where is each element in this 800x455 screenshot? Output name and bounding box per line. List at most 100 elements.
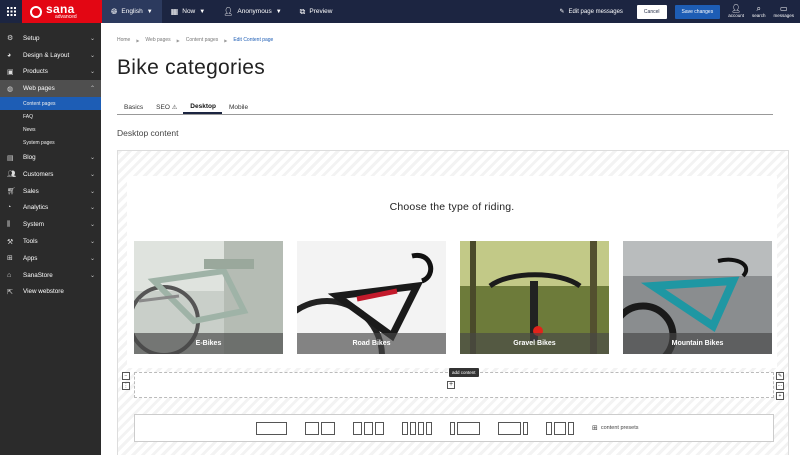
layout-options-row: ⊞ content presets [134,414,774,442]
sidebar-item-design-layout[interactable]: ◕ Design & Layout ⌄ [0,47,101,64]
layout-option-wide-narrow[interactable] [498,421,528,435]
collapse-icon[interactable]: − [122,372,130,380]
category-card-road-bikes[interactable]: Road Bikes [297,241,446,354]
sidebar-item-products[interactable]: ▣ Products ⌄ [0,64,101,81]
sidebar-item-blog[interactable]: ▤ Blog ⌄ [0,149,101,166]
account-label: account [728,12,744,18]
system-icon: ⫼ [7,220,11,228]
sidebar-item-system[interactable]: ⫼ System ⌄ [0,216,101,233]
chevron-down-icon: ⌄ [89,35,95,42]
user-icon: 👤︎ [223,7,234,16]
breadcrumb-current: Edit Content page [233,37,274,43]
sidebar-item-label: System [23,221,44,229]
layout-option-1-column[interactable] [256,421,287,435]
content-block[interactable]: Choose the type of riding. E-Bikes Road … [127,176,777,368]
add-row-icon[interactable]: + [776,392,784,400]
category-card-gravel-bikes[interactable]: Gravel Bikes [460,241,609,354]
layout-option-4-columns[interactable] [402,421,432,435]
columns-icon[interactable]: ⋮ [122,382,130,390]
breadcrumb-web-pages[interactable]: Web pages [145,37,170,43]
tab-mobile[interactable]: Mobile [222,101,254,114]
messages-button[interactable]: ▭ messages [773,3,794,19]
edit-icon[interactable]: ✎ [776,372,784,380]
layout-option-3-columns[interactable] [353,421,384,435]
chevron-down-icon: ⌄ [89,205,95,212]
sidebar-item-label: Blog [23,154,36,162]
breadcrumb-separator-icon: ▶ [176,37,180,43]
messages-icon: ▭ [779,3,788,13]
sidebar-item-label: Sales [23,187,39,195]
sidebar-item-sanastore[interactable]: ⌂ SanaStore ⌄ [0,267,101,284]
preview-button[interactable]: ⧉ Preview [291,0,342,23]
content-heading: Choose the type of riding. [389,201,515,213]
sidebar-item-apps[interactable]: ⊞ Apps ⌄ [0,250,101,267]
sidebar-subitem-system-pages[interactable]: System pages [0,136,101,149]
user-selector[interactable]: 👤︎ Anonymous ▼ [214,0,290,23]
category-caption: Mountain Bikes [623,333,772,354]
tab-bar: Basics SEO ⚠ Desktop Mobile [117,101,773,115]
sidebar-subitem-content-pages[interactable]: Content pages [0,97,101,111]
account-button[interactable]: 👤︎ account [728,4,744,19]
sidebar-item-view-webstore[interactable]: ⇱ View webstore [0,284,101,301]
sidebar: ⚙ Setup ⌄ ◕ Design & Layout ⌄ ▣ Products… [0,23,101,455]
category-card-ebikes[interactable]: E-Bikes [134,241,283,354]
search-button[interactable]: ⌕ search [752,4,766,19]
apps-grid-icon[interactable] [0,0,22,23]
chevron-down-icon: ⌄ [89,188,95,195]
time-selector[interactable]: ▦ Now ▼ [162,0,215,23]
external-icon: ⇱ [7,288,13,296]
tab-label: Basics [124,104,144,111]
add-content-icon[interactable]: + [447,381,455,389]
presets-icon: ⊞ [592,425,598,432]
save-changes-button[interactable]: Save changes [674,4,721,19]
sidebar-item-sales[interactable]: 🛒︎ Sales ⌄ [0,183,101,200]
preview-label: Preview [309,8,333,15]
sidebar-subitem-news[interactable]: News [0,123,101,136]
palette-icon: ◕ [7,51,12,59]
breadcrumb-home[interactable]: Home [117,37,130,43]
sidebar-item-label: View webstore [23,288,64,296]
user-label: Anonymous [237,8,272,15]
layout-option-2-columns[interactable] [305,421,335,435]
category-caption: Gravel Bikes [460,333,609,354]
tab-basics[interactable]: Basics [117,101,149,114]
sidebar-subitem-faq[interactable]: FAQ [0,110,101,123]
layout-option-mixed[interactable] [546,421,574,435]
sidebar-item-web-pages[interactable]: ◍ Web pages ⌃ [0,80,101,98]
breadcrumb-separator-icon: ▶ [224,37,228,43]
tab-desktop[interactable]: Desktop [183,101,222,114]
content-presets-button[interactable]: ⊞ content presets [592,424,638,432]
section-title: Desktop content [117,128,179,138]
caret-down-icon: ▼ [199,8,206,15]
category-cards: E-Bikes Road Bikes Gravel Bikes Mountain… [134,241,772,354]
category-caption: Road Bikes [297,333,446,354]
sidebar-item-customers[interactable]: 👥︎ Customers ⌄ [0,166,101,183]
layout-option-narrow-wide[interactable] [450,421,480,435]
edit-page-messages-button[interactable]: ✎ Edit page messages [560,8,623,16]
customers-icon: 👥︎ [7,171,16,179]
language-selector[interactable]: 🌐︎ English ▼ [102,0,162,23]
add-content-row[interactable]: add content + [134,368,774,398]
chevron-down-icon: ⌄ [89,239,95,246]
row-controls-right: ✎ ⋯ + [776,372,784,400]
sidebar-item-label: Design & Layout [23,51,70,59]
sidebar-item-label: Setup [23,34,40,42]
top-bar: sana advanced 🌐︎ English ▼ ▦ Now ▼ 👤︎ An… [0,0,800,23]
breadcrumb-content-pages[interactable]: Content pages [186,37,219,43]
sidebar-item-setup[interactable]: ⚙ Setup ⌄ [0,30,101,47]
category-card-mountain-bikes[interactable]: Mountain Bikes [623,241,772,354]
sana-logo[interactable]: sana advanced [22,0,102,23]
breadcrumb: Home ▶ Web pages ▶ Content pages ▶ Edit … [117,37,273,43]
cancel-button[interactable]: Cancel [636,4,667,19]
row-settings-icon[interactable]: ⋯ [776,382,784,390]
sidebar-item-label: Analytics [23,204,49,212]
sidebar-item-label: Apps [23,254,38,262]
tab-seo[interactable]: SEO ⚠ [149,101,183,114]
apps-icon: ⊞ [7,255,13,263]
sidebar-item-tools[interactable]: ⚒ Tools ⌄ [0,233,101,250]
blog-icon: ▤ [7,154,14,162]
caret-down-icon: ▼ [275,8,282,15]
gear-icon: ⚙ [7,35,14,43]
sidebar-item-analytics[interactable]: ◔ Analytics ⌄ [0,200,101,217]
sidebar-item-label: Web pages [23,85,55,93]
